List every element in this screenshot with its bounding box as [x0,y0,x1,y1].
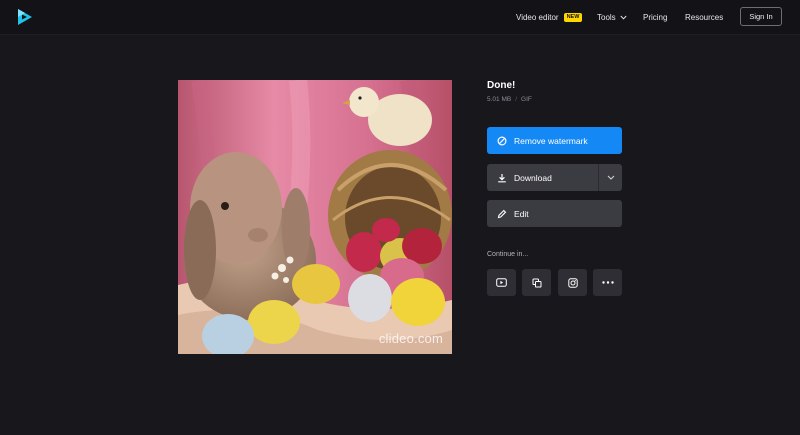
continue-more-button[interactable] [593,269,622,296]
edit-button[interactable]: Edit [487,200,622,227]
nav-tools[interactable]: Tools [597,0,627,34]
continue-instagram-button[interactable] [558,269,587,296]
edit-label: Edit [514,208,529,219]
top-bar: Video editor NEW Tools Pricing Resources… [0,0,800,35]
nav-video-editor-label: Video editor [516,12,559,22]
download-options-toggle[interactable] [598,164,622,191]
sign-in-button[interactable]: Sign In [740,7,782,26]
copy-icon [532,278,541,287]
file-meta: 5.01 MB / GIF [487,96,532,103]
preview-image [178,80,452,354]
youtube-icon [496,278,507,287]
nav-resources-label: Resources [685,12,724,22]
continue-in-label: Continue in... [487,251,529,258]
remove-watermark-button[interactable]: Remove watermark [487,127,622,154]
file-format: GIF [521,96,532,103]
remove-watermark-label: Remove watermark [514,135,588,146]
new-badge: NEW [563,12,583,22]
nav-pricing-label: Pricing [643,12,668,22]
nav-tools-label: Tools [597,12,616,22]
watermark-text: clideo.com [378,331,443,346]
nav-pricing[interactable]: Pricing [643,0,667,34]
more-icon [601,281,614,284]
continue-copy-button[interactable] [522,269,551,296]
sign-in-label: Sign In [749,12,773,21]
download-button[interactable]: Download [487,164,622,191]
file-size: 5.01 MB [487,96,512,103]
nav-video-editor[interactable]: Video editor NEW [516,0,583,34]
download-icon [497,173,507,183]
chevron-down-icon [620,15,627,20]
chevron-down-icon [607,175,614,180]
logo-icon[interactable] [16,8,34,26]
instagram-icon [567,277,578,288]
result-title: Done! [487,80,516,91]
continue-youtube-button[interactable] [487,269,516,296]
no-watermark-icon [497,135,507,146]
gif-preview: clideo.com [178,80,452,354]
download-label: Download [514,172,552,183]
nav-resources[interactable]: Resources [685,0,723,34]
pencil-icon [497,209,507,219]
meta-separator: / [515,96,518,103]
